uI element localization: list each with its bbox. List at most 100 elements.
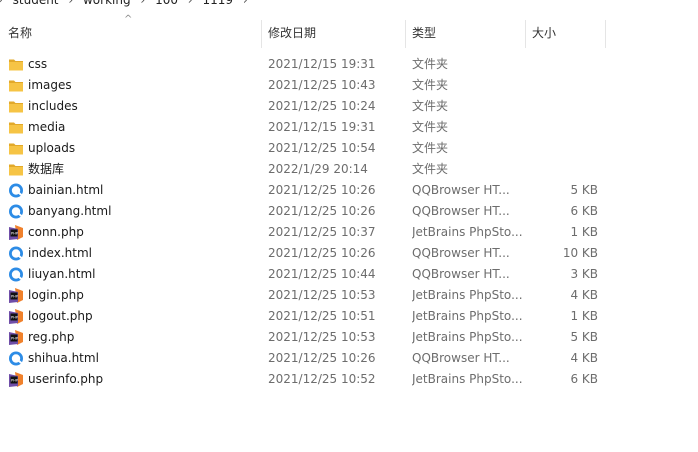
file-size: 10 KB: [562, 246, 598, 260]
breadcrumb-item[interactable]: 1119: [202, 0, 233, 7]
file-type: 文件夹: [412, 99, 449, 113]
file-row[interactable]: bainian.html 2021/12/25 10:26 QQBrowser …: [0, 180, 698, 201]
file-name: reg.php: [28, 330, 75, 344]
file-row[interactable]: liuyan.html 2021/12/25 10:44 QQBrowser H…: [0, 264, 698, 285]
breadcrumb-item[interactable]: 100: [155, 0, 178, 7]
file-row[interactable]: index.html 2021/12/25 10:26 QQBrowser HT…: [0, 243, 698, 264]
file-name: media: [28, 120, 66, 134]
column-header-row: ^ 名称 修改日期 类型 大小: [0, 12, 698, 48]
file-modified-date: 2021/12/25 10:26: [268, 246, 376, 260]
file-type: JetBrains PhpSto...: [412, 309, 523, 323]
file-size: [520, 75, 598, 96]
folder-icon: [8, 57, 24, 72]
column-header-type-label: 类型: [412, 26, 437, 40]
breadcrumb-separator: ›: [140, 0, 146, 7]
file-list: css 2021/12/15 19:31 文件夹 images 2021/12/…: [0, 54, 698, 390]
column-divider[interactable]: [605, 20, 606, 48]
column-header-name[interactable]: 名称: [8, 12, 262, 48]
folder-icon: [8, 99, 24, 114]
breadcrumb[interactable]: › student › working › 100 › 1119 ›: [0, 0, 698, 12]
file-name: shihua.html: [28, 351, 99, 365]
file-modified-date: 2021/12/25 10:52: [268, 372, 376, 386]
file-size: 1 KB: [570, 225, 598, 239]
file-row[interactable]: PHP userinfo.php 2021/12/25 10:52 JetBra…: [0, 369, 698, 390]
file-row[interactable]: shihua.html 2021/12/25 10:26 QQBrowser H…: [0, 348, 698, 369]
file-name: login.php: [28, 288, 84, 302]
svg-text:PHP: PHP: [11, 336, 19, 340]
file-name: liuyan.html: [28, 267, 96, 281]
file-name: conn.php: [28, 225, 84, 239]
file-size: 4 KB: [570, 351, 598, 365]
file-modified-date: 2021/12/25 10:26: [268, 204, 376, 218]
file-modified-date: 2021/12/25 10:53: [268, 330, 376, 344]
file-size: 6 KB: [570, 372, 598, 386]
column-header-size[interactable]: 大小: [532, 12, 606, 48]
file-modified-date: 2021/12/15 19:31: [268, 120, 376, 134]
breadcrumb-separator: ›: [0, 0, 3, 7]
file-row[interactable]: banyang.html 2021/12/25 10:26 QQBrowser …: [0, 201, 698, 222]
browser-html-icon: [8, 267, 24, 282]
file-type: QQBrowser HT...: [412, 267, 510, 281]
file-size: [520, 117, 598, 138]
file-name: images: [28, 78, 72, 92]
file-type: 文件夹: [412, 120, 449, 134]
phpstorm-file-icon: PHP: [8, 288, 24, 303]
column-divider[interactable]: [405, 20, 406, 48]
phpstorm-file-icon: PHP: [8, 225, 24, 240]
file-modified-date: 2021/12/25 10:24: [268, 99, 376, 113]
breadcrumb-separator: ›: [68, 0, 74, 7]
folder-icon: [8, 162, 24, 177]
file-modified-date: 2022/1/29 20:14: [268, 162, 368, 176]
file-name: uploads: [28, 141, 76, 155]
file-type: 文件夹: [412, 141, 449, 155]
file-type: 文件夹: [412, 162, 449, 176]
file-row[interactable]: PHP conn.php 2021/12/25 10:37 JetBrains …: [0, 222, 698, 243]
file-row[interactable]: includes 2021/12/25 10:24 文件夹: [0, 96, 698, 117]
file-size: 1 KB: [570, 309, 598, 323]
file-modified-date: 2021/12/25 10:26: [268, 351, 376, 365]
file-modified-date: 2021/12/25 10:26: [268, 183, 376, 197]
file-name: bainian.html: [28, 183, 104, 197]
column-header-type[interactable]: 类型: [412, 12, 526, 48]
file-modified-date: 2021/12/25 10:37: [268, 225, 376, 239]
file-row[interactable]: PHP login.php 2021/12/25 10:53 JetBrains…: [0, 285, 698, 306]
file-size: [520, 96, 598, 117]
file-row[interactable]: PHP reg.php 2021/12/25 10:53 JetBrains P…: [0, 327, 698, 348]
svg-text:PHP: PHP: [11, 315, 19, 319]
file-name: 数据库: [28, 162, 65, 176]
file-modified-date: 2021/12/25 10:44: [268, 267, 376, 281]
column-divider[interactable]: [261, 20, 262, 48]
folder-icon: [8, 141, 24, 156]
svg-text:PHP: PHP: [11, 231, 19, 235]
svg-text:PHP: PHP: [11, 378, 19, 382]
file-row[interactable]: PHP logout.php 2021/12/25 10:51 JetBrain…: [0, 306, 698, 327]
browser-html-icon: [8, 183, 24, 198]
phpstorm-file-icon: PHP: [8, 309, 24, 324]
column-header-date[interactable]: 修改日期: [268, 12, 406, 48]
file-modified-date: 2021/12/25 10:43: [268, 78, 376, 92]
file-name: css: [28, 57, 48, 71]
breadcrumb-item[interactable]: working: [83, 0, 131, 7]
file-row[interactable]: uploads 2021/12/25 10:54 文件夹: [0, 138, 698, 159]
file-size: 5 KB: [570, 330, 598, 344]
file-row[interactable]: media 2021/12/15 19:31 文件夹: [0, 117, 698, 138]
file-modified-date: 2021/12/25 10:53: [268, 288, 376, 302]
file-row[interactable]: images 2021/12/25 10:43 文件夹: [0, 75, 698, 96]
file-size: 6 KB: [570, 204, 598, 218]
browser-html-icon: [8, 351, 24, 366]
file-type: JetBrains PhpSto...: [412, 372, 523, 386]
file-row[interactable]: css 2021/12/15 19:31 文件夹: [0, 54, 698, 75]
breadcrumb-separator: ›: [242, 0, 248, 7]
file-name: banyang.html: [28, 204, 112, 218]
file-name: logout.php: [28, 309, 93, 323]
file-row[interactable]: 数据库 2022/1/29 20:14 文件夹: [0, 159, 698, 180]
column-header-name-label: 名称: [8, 26, 33, 40]
breadcrumb-item[interactable]: student: [13, 0, 59, 7]
browser-html-icon: [8, 204, 24, 219]
browser-html-icon: [8, 246, 24, 261]
file-size: 3 KB: [570, 267, 598, 281]
file-name: index.html: [28, 246, 92, 260]
file-name: includes: [28, 99, 78, 113]
file-modified-date: 2021/12/25 10:51: [268, 309, 376, 323]
column-divider[interactable]: [525, 20, 526, 48]
